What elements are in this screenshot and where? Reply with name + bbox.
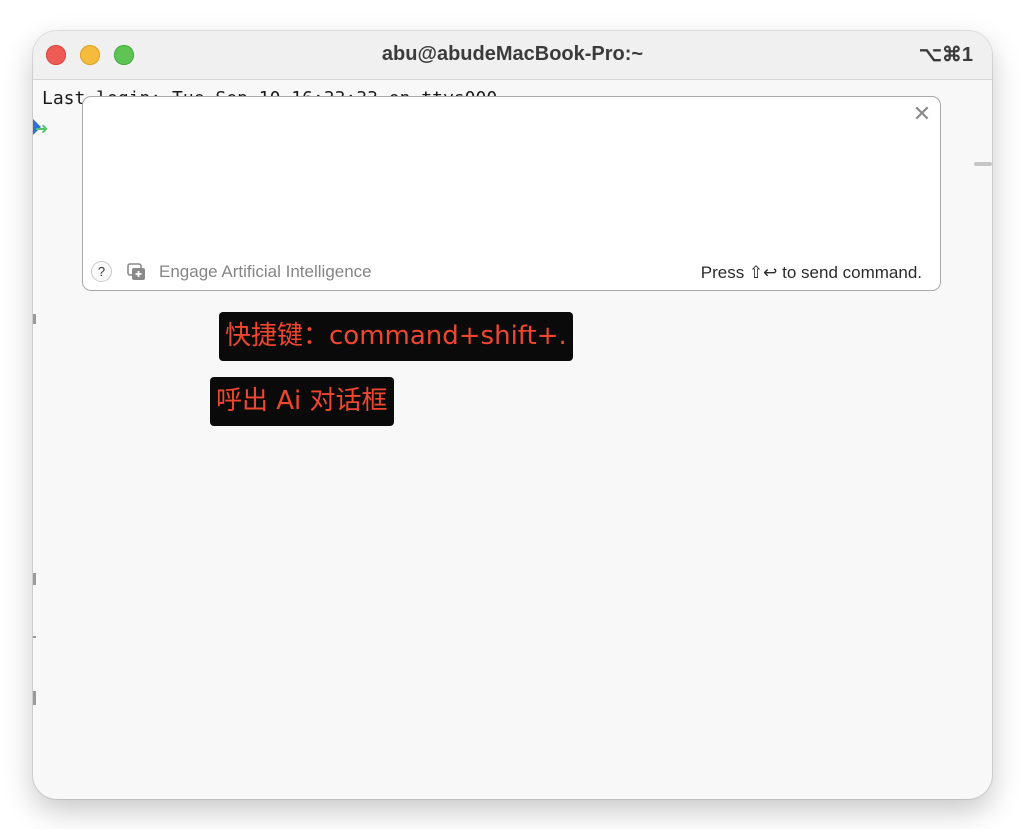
left-edge-tick — [33, 314, 36, 324]
window-shortcut: ⌥⌘1 — [918, 44, 973, 66]
scrollbar[interactable] — [974, 162, 992, 166]
help-button[interactable]: ? — [91, 261, 112, 282]
window-title: abu@abudeMacBook-Pro:~ — [381, 43, 644, 65]
engage-ai-icon — [127, 263, 145, 280]
title-bar[interactable]: abu@abudeMacBook-Pro:~ ⌥⌘1 — [33, 31, 992, 80]
left-edge-tick — [33, 573, 36, 585]
open-dialog-annotation: 呼出 Ai 对话框 — [210, 377, 394, 426]
left-edge-tick — [33, 636, 36, 638]
shortcut-annotation: 快捷键：command+shift+. — [219, 312, 573, 361]
engage-ai-button[interactable]: Engage Artificial Intelligence — [127, 261, 372, 283]
engage-ai-label: Engage Artificial Intelligence — [159, 262, 372, 281]
ai-prompt-input[interactable] — [97, 107, 900, 251]
ai-command-dialog: ✕ ? Engage Artificial Intelligence Press… — [82, 96, 941, 291]
left-edge-tick — [33, 691, 36, 705]
close-icon[interactable]: ✕ — [912, 104, 932, 126]
prompt-arrow-icon: ➜ — [35, 119, 49, 138]
send-command-hint: Press ⇧↩ to send command. — [700, 263, 922, 282]
